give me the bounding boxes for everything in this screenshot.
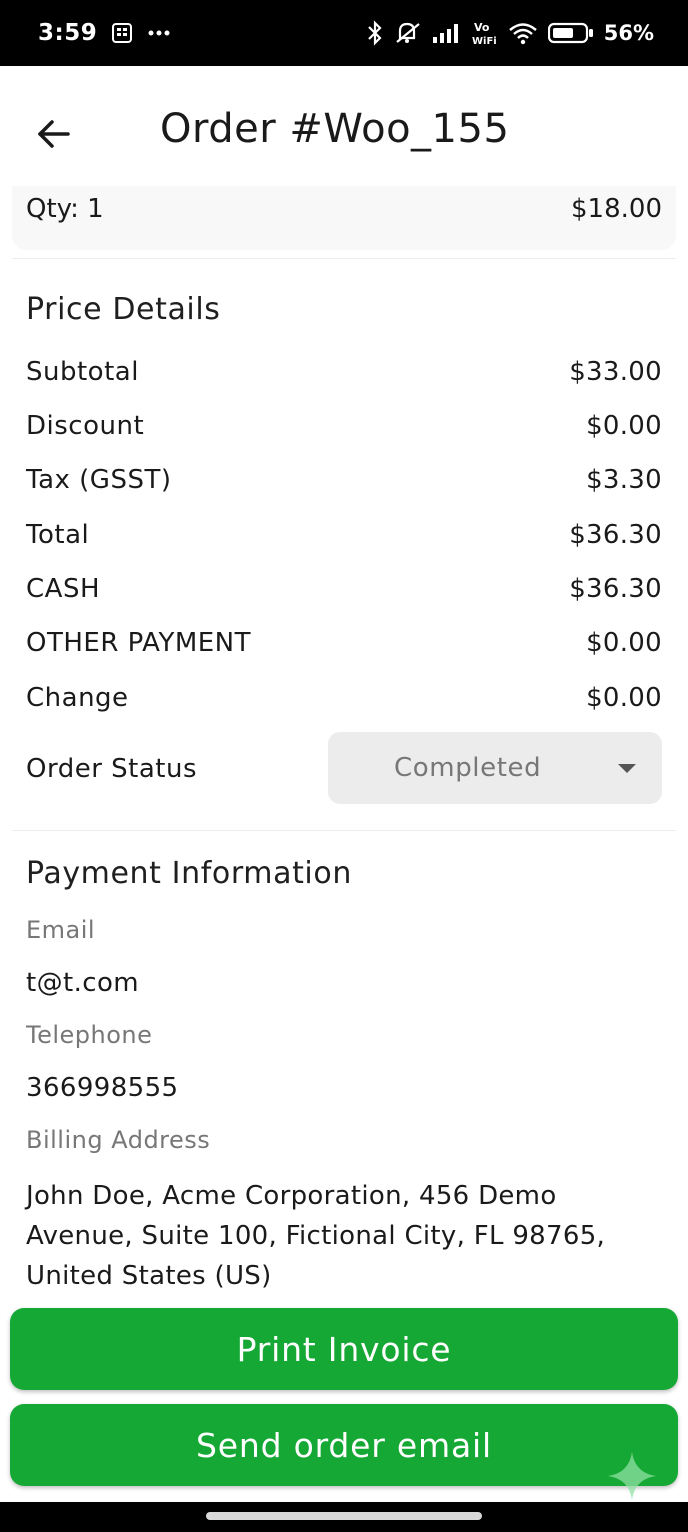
status-time: 3:59 <box>38 20 98 46</box>
more-dots-icon <box>147 29 171 37</box>
divider <box>12 830 676 831</box>
telephone-label: Telephone <box>26 1021 153 1049</box>
row-label: Subtotal <box>26 357 139 387</box>
row-value: $0.00 <box>586 411 662 441</box>
order-item-card: Qty: 1 $18.00 <box>12 186 676 250</box>
price-row-other-payment: OTHER PAYMENT $0.00 <box>26 623 662 663</box>
vowifi-icon: Vo WiFi <box>472 19 498 47</box>
sparkle-icon <box>606 1450 658 1502</box>
divider <box>12 258 676 259</box>
battery-percent: 56% <box>603 21 654 45</box>
svg-text:WiFi: WiFi <box>472 36 497 47</box>
order-status-label: Order Status <box>26 754 198 784</box>
price-row-tax: Tax (GSST) $3.30 <box>26 460 662 500</box>
status-right: Vo WiFi 56% <box>366 19 654 47</box>
sim-icon <box>111 22 133 44</box>
wifi-icon <box>508 21 538 45</box>
telephone-value: 366998555 <box>26 1073 179 1103</box>
status-bar: 3:59 Vo WiFi 56% <box>0 0 688 66</box>
back-arrow-icon[interactable] <box>36 116 72 152</box>
item-qty: Qty: 1 <box>26 194 104 224</box>
row-value: $0.00 <box>586 628 662 658</box>
price-row-subtotal: Subtotal $33.00 <box>26 352 662 392</box>
price-row-total: Total $36.30 <box>26 515 662 555</box>
billing-address-value: John Doe, Acme Corporation, 456 Demo Ave… <box>26 1181 606 1291</box>
send-order-email-button[interactable]: Send order email <box>10 1404 678 1486</box>
page-title: Order #Woo_155 <box>160 106 510 152</box>
mute-icon <box>394 20 422 46</box>
email-value: t@t.com <box>26 968 139 998</box>
order-status-row: Order Status <box>26 749 326 789</box>
row-label: CASH <box>26 574 100 604</box>
row-label: Change <box>26 683 129 713</box>
price-row-change: Change $0.00 <box>26 678 662 718</box>
order-status-value: Completed <box>394 753 542 783</box>
home-indicator[interactable] <box>206 1512 482 1520</box>
row-label: Total <box>26 520 90 550</box>
payment-info-title: Payment Information <box>26 856 352 891</box>
price-row-cash: CASH $36.30 <box>26 569 662 609</box>
billing-address-label: Billing Address <box>26 1126 211 1154</box>
app-bar: Order #Woo_155 <box>0 66 688 186</box>
bluetooth-icon <box>366 20 384 46</box>
order-status-dropdown[interactable]: Completed <box>328 732 662 804</box>
email-label: Email <box>26 916 96 944</box>
row-label: OTHER PAYMENT <box>26 628 252 658</box>
print-invoice-button[interactable]: Print Invoice <box>10 1308 678 1390</box>
signal-icon <box>432 23 462 43</box>
row-value: $3.30 <box>586 465 662 495</box>
status-left: 3:59 <box>38 20 171 46</box>
price-details-title: Price Details <box>26 292 221 327</box>
chevron-down-icon <box>618 764 636 773</box>
price-row-discount: Discount $0.00 <box>26 406 662 446</box>
row-label: Discount <box>26 411 145 441</box>
item-price: $18.00 <box>571 194 662 224</box>
battery-icon <box>547 22 594 44</box>
svg-text:Vo: Vo <box>474 21 490 34</box>
row-label: Tax (GSST) <box>26 465 172 495</box>
row-value: $0.00 <box>586 683 662 713</box>
row-value: $36.30 <box>569 520 662 550</box>
row-value: $36.30 <box>569 574 662 604</box>
row-value: $33.00 <box>569 357 662 387</box>
